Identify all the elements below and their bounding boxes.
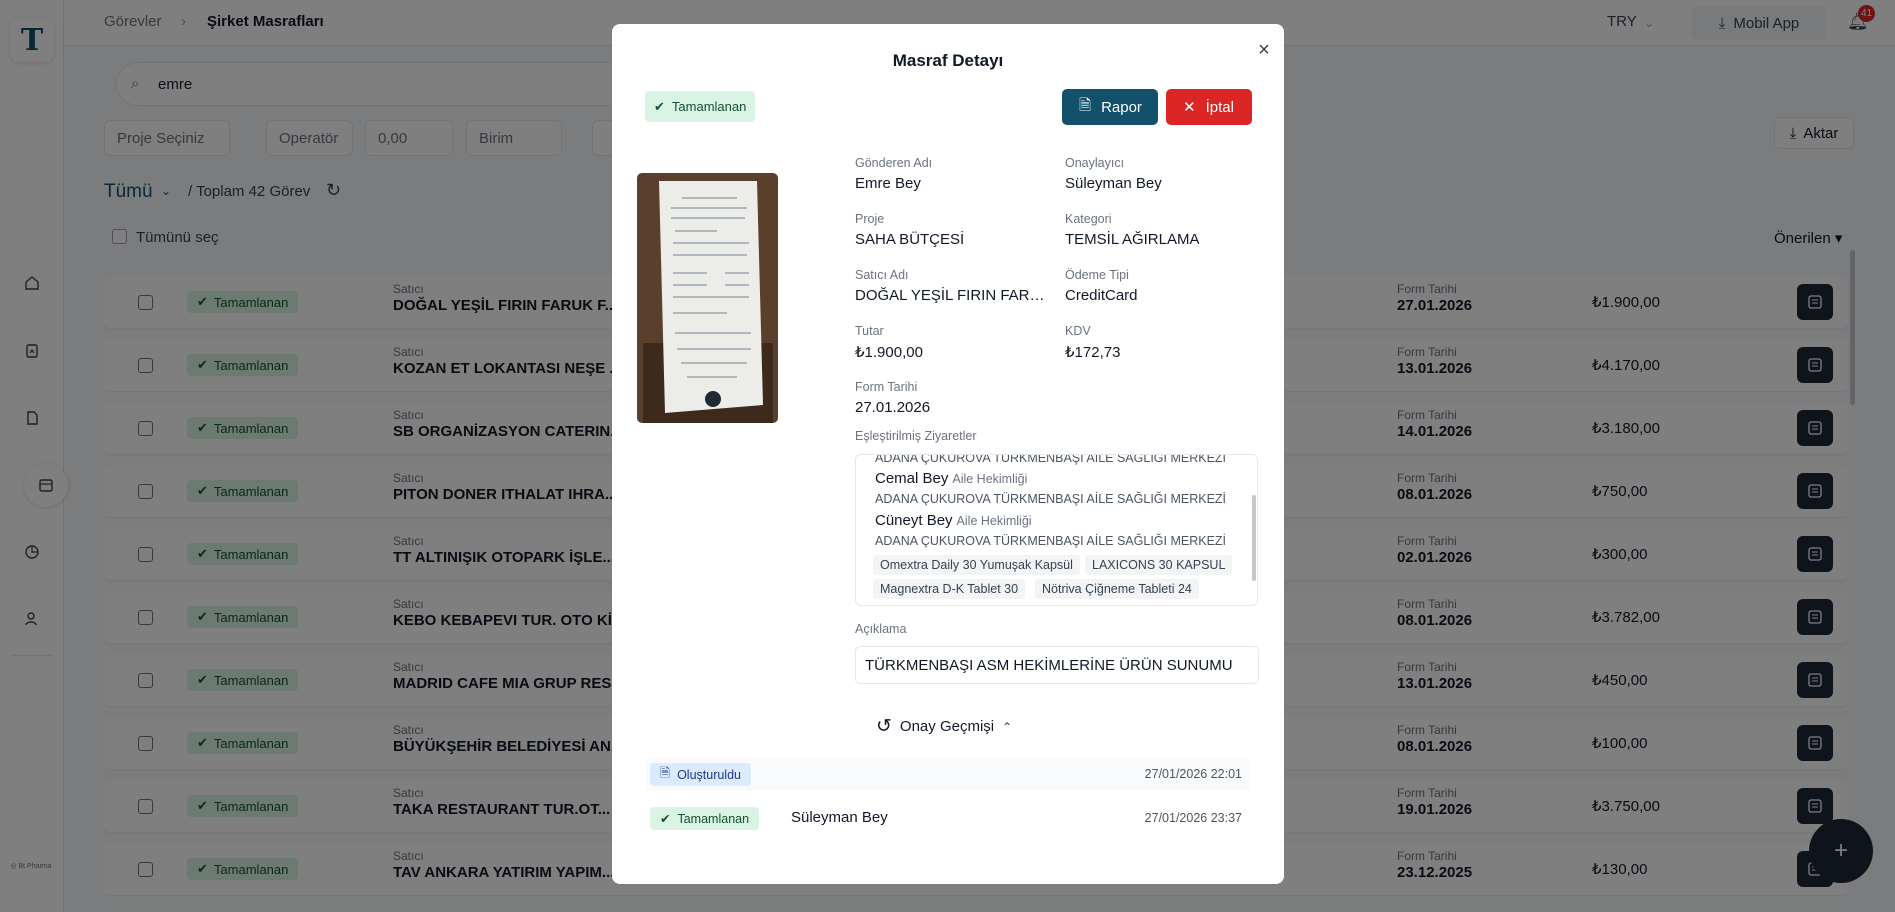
visits-scrollbar[interactable] xyxy=(1252,495,1256,581)
double-check-icon: ✔ xyxy=(654,98,665,114)
visit-org: ADANA ÇUKUROVA TÜRKMENBAŞI AİLE SAĞLIĞI … xyxy=(875,534,1227,548)
report-button[interactable]: 🗎 Rapor xyxy=(1062,89,1158,125)
status-badge: ✔ Tamamlanan xyxy=(645,91,756,122)
visit-org: ADANA ÇUKUROVA TÜRKMENBAŞI AİLE SAĞLIĞI … xyxy=(875,454,1227,465)
field-value: DOĞAL YEŞİL FIRIN FARUK FIRINCI xyxy=(855,287,1049,304)
product-tag: LAXICONS 30 KAPSUL xyxy=(1085,555,1233,575)
visit-org: ADANA ÇUKUROVA TÜRKMENBAŞI AİLE SAĞLIĞI … xyxy=(875,492,1227,506)
visit-doctor-name: Cemal Bey xyxy=(875,470,949,487)
field-label: Tutar xyxy=(855,324,884,338)
field-value: ₺172,73 xyxy=(1065,344,1121,361)
visit-doctor-role: Aile Hekimliği xyxy=(952,472,1028,486)
product-tag: Magnextra D-K Tablet 30 xyxy=(873,579,1026,599)
report-button-label: Rapor xyxy=(1101,98,1142,116)
field-value: ₺1.900,00 xyxy=(855,344,923,361)
file-check-icon: 🗎 xyxy=(660,766,671,780)
created-badge: 🗎 Oluşturuldu xyxy=(650,763,751,786)
field-label: Form Tarihi xyxy=(855,380,918,394)
chevron-up-icon: ⌃ xyxy=(1002,719,1013,734)
app-root: T ◎ Bt Pharma Görevler › Şirket Masrafla… xyxy=(0,0,1895,912)
field-label: Gönderen Adı xyxy=(855,156,933,170)
history-row: 🗎 Oluşturuldu 27/01/2026 22:01 xyxy=(645,759,1251,791)
expense-detail-modal: Masraf Detayı × ✔ Tamamlanan 🗎 Rapor ✕ İpta… xyxy=(612,24,1284,884)
field-label: Ödeme Tipi xyxy=(1065,268,1129,282)
product-tag: Omextra Daily 30 Yumuşak Kapsül xyxy=(873,555,1080,575)
visit-doctor-name: Cüneyt Bey xyxy=(875,512,953,529)
visits-list[interactable]: ADANA ÇUKUROVA TÜRKMENBAŞI AİLE SAĞLIĞI … xyxy=(855,454,1258,606)
double-check-icon: ✔ xyxy=(660,812,671,826)
visits-label: Eşleştirilmiş Ziyaretler xyxy=(855,429,977,443)
field-label: Satıcı Adı xyxy=(855,268,909,282)
field-value: TEMSİL AĞIRLAMA xyxy=(1065,231,1200,248)
completed-badge: ✔ Tamamlanan xyxy=(650,807,760,830)
modal-title: Masraf Detayı xyxy=(892,51,1004,70)
field-label: Kategori xyxy=(1065,212,1112,226)
product-tag: Nötriva Çiğneme Tableti 24 xyxy=(1035,579,1199,599)
report-icon: 🗎 xyxy=(1079,96,1092,114)
history-user: Süleyman Bey xyxy=(791,809,888,826)
status-badge-label: Tamamlanan xyxy=(671,99,747,114)
approval-history-toggle[interactable]: ↺ Onay Geçmişi ⌃ xyxy=(876,715,1012,738)
history-icon: ↺ xyxy=(876,716,892,737)
field-value: SAHA BÜTÇESİ xyxy=(855,231,965,248)
description-field[interactable]: TÜRKMENBAŞI ASM HEKİMLERİNE ÜRÜN SUNUMU xyxy=(855,646,1259,684)
field-value: Süleyman Bey xyxy=(1065,175,1162,192)
field-value: CreditCard xyxy=(1065,287,1138,304)
completed-badge-label: Tamamlanan xyxy=(677,811,750,826)
approval-history-title: Onay Geçmişi xyxy=(899,718,995,735)
cancel-button[interactable]: ✕ İptal xyxy=(1166,89,1252,125)
field-label: KDV xyxy=(1065,324,1091,338)
x-icon: ✕ xyxy=(1183,99,1196,116)
description-label: Açıklama xyxy=(855,622,907,636)
field-label: Onaylayıcı xyxy=(1065,156,1125,170)
history-row: ✔ Tamamlanan Süleyman Bey 27/01/2026 23:3… xyxy=(645,803,1251,835)
field-value: Emre Bey xyxy=(855,175,921,192)
cancel-button-label: İptal xyxy=(1205,98,1234,116)
field-value: 27.01.2026 xyxy=(855,399,931,416)
visit-doctor: Cüneyt Bey Aile Hekimliği xyxy=(875,512,1032,529)
created-badge-label: Oluşturuldu xyxy=(677,767,741,782)
history-time: 27/01/2026 22:01 xyxy=(1144,767,1242,781)
field-label: Proje xyxy=(855,212,885,226)
receipt-image[interactable] xyxy=(637,173,778,423)
visit-doctor-role: Aile Hekimliği xyxy=(956,514,1032,528)
history-time: 27/01/2026 23:37 xyxy=(1144,811,1242,825)
close-icon[interactable]: × xyxy=(1252,38,1276,62)
visit-doctor: Cemal Bey Aile Hekimliği xyxy=(875,470,1027,487)
